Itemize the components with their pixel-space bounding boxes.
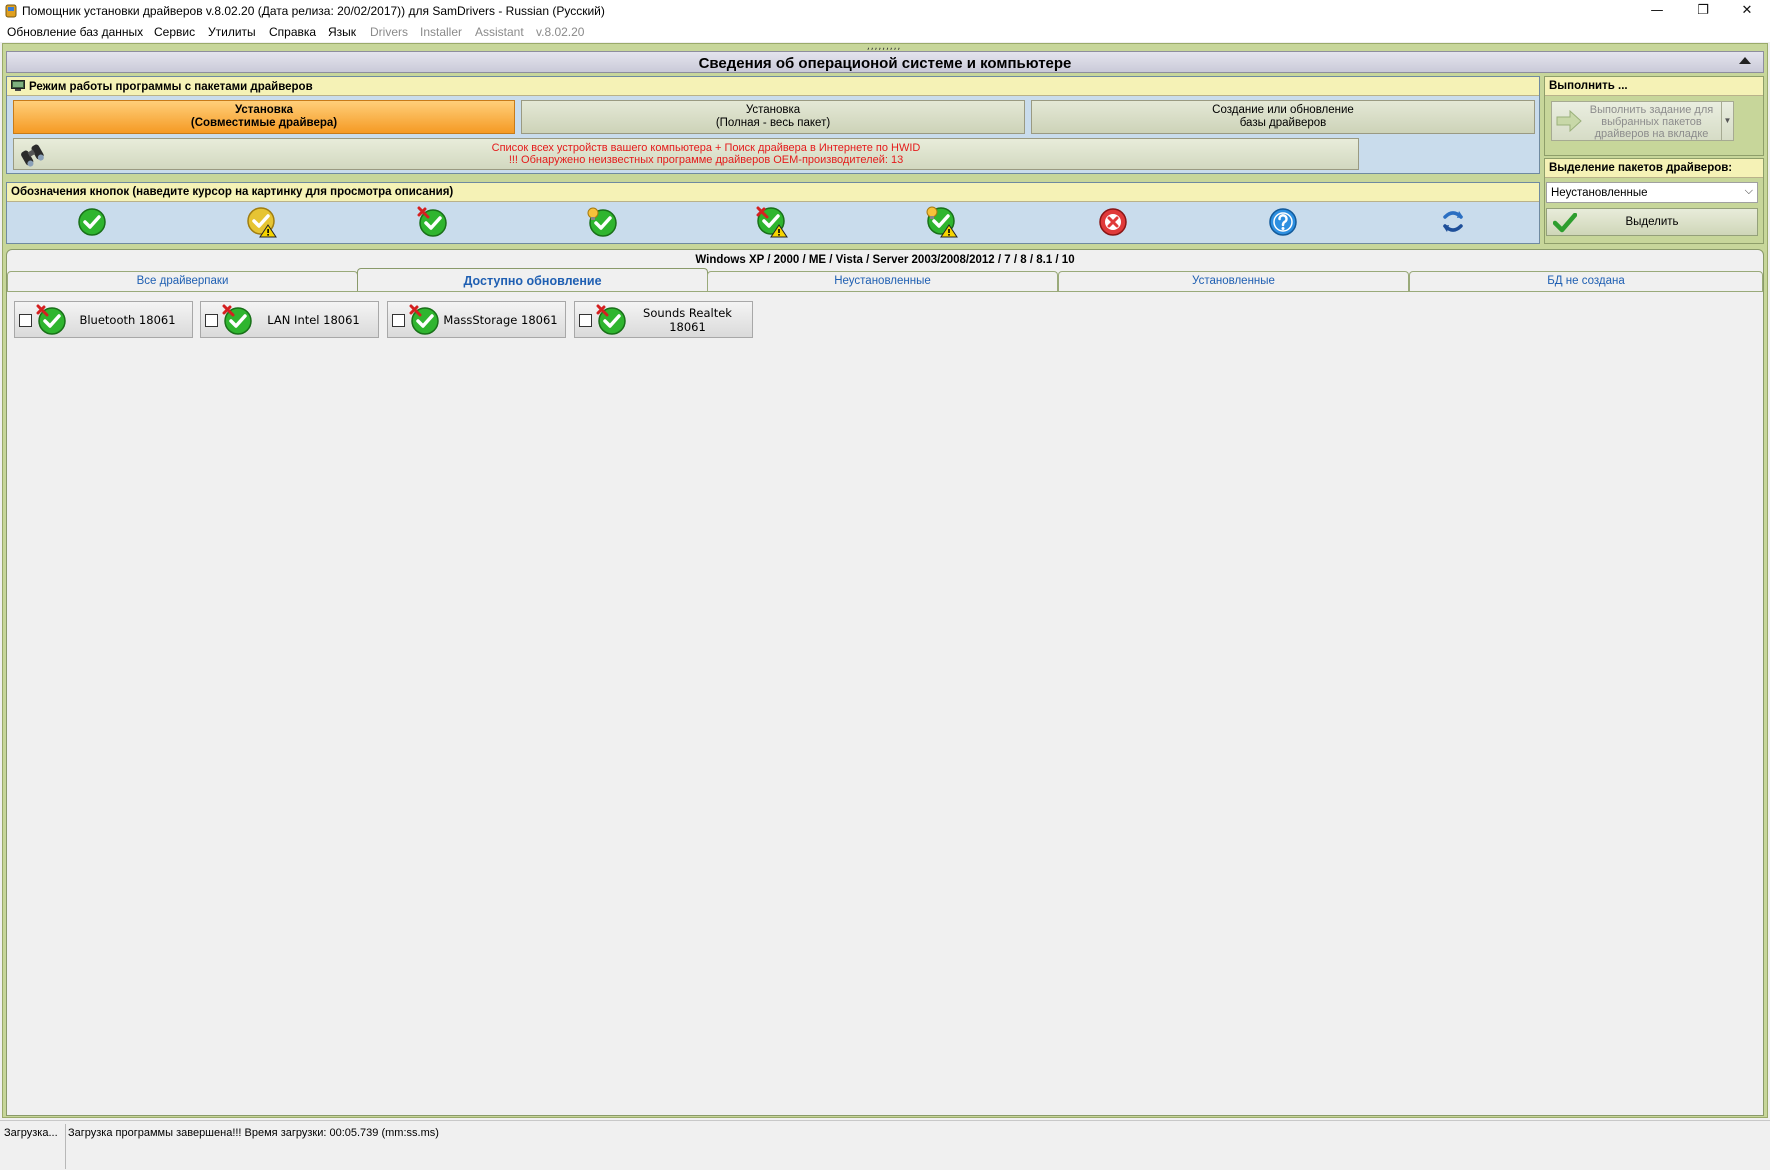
- package-item-lan-intel[interactable]: LAN Intel 18061: [200, 301, 379, 338]
- select-button[interactable]: Выделить: [1546, 208, 1758, 236]
- status-message: Загрузка программы завершена!!! Время за…: [68, 1127, 439, 1139]
- mode-panel-title: Режим работы программы с пакетами драйве…: [29, 81, 313, 93]
- tab-update-available[interactable]: Доступно обновление: [357, 268, 708, 292]
- system-info-title: Сведения об операционой системе и компью…: [698, 55, 1072, 72]
- mode-button-line1: Установка: [234, 104, 294, 116]
- mode-button-line1: Установка: [745, 104, 801, 116]
- menu-item-assistant: Assistant: [475, 25, 524, 39]
- package-label: Sounds Realtek 18061: [643, 305, 732, 334]
- mode-install-full-button[interactable]: Установка (Полная - весь пакет): [521, 100, 1025, 134]
- bulb-warning-icon[interactable]: [926, 206, 958, 238]
- minimize-button[interactable]: —: [1634, 0, 1680, 22]
- close-button[interactable]: ✕: [1724, 0, 1770, 22]
- package-checkbox[interactable]: [19, 314, 32, 327]
- tab-divider: [7, 291, 1763, 292]
- menu-item-utilities[interactable]: Утилиты: [208, 25, 256, 39]
- hwid-search-label: Список всех устройств вашего компьютера …: [491, 142, 921, 154]
- legend-panel-header: Обозначения кнопок (наведите курсор на к…: [7, 183, 1539, 202]
- selection-filter-value: Неустановленные: [1551, 187, 1648, 199]
- collapse-up-icon[interactable]: [1739, 57, 1751, 64]
- splitter-grip[interactable]: ,,,,,,,,,: [866, 43, 902, 51]
- mode-button-line1: Создание или обновление: [1212, 104, 1354, 116]
- mode-button-line2: базы драйверов: [1239, 117, 1327, 129]
- package-label: Bluetooth 18061: [79, 312, 176, 327]
- menu-item-installer: Installer: [420, 25, 463, 39]
- refresh-icon[interactable]: [1437, 206, 1469, 238]
- update-check-icon: [596, 304, 626, 335]
- package-checkbox[interactable]: [205, 314, 218, 327]
- update-check-icon: [222, 304, 252, 335]
- update-check-icon[interactable]: [416, 206, 448, 238]
- restore-button[interactable]: ❐: [1680, 0, 1726, 22]
- window-title: Помощник установки драйверов v.8.02.20 (…: [22, 4, 605, 18]
- mode-panel: Режим работы программы с пакетами драйве…: [6, 76, 1540, 174]
- menu-item-help[interactable]: Справка: [269, 25, 316, 39]
- binoculars-icon: [21, 144, 44, 167]
- menu-item-version: v.8.02.20: [536, 25, 585, 39]
- execute-dropdown-arrow-icon[interactable]: ▼: [1721, 102, 1733, 140]
- execute-panel-header: Выполнить ...: [1545, 77, 1763, 96]
- help-icon[interactable]: [1267, 206, 1299, 238]
- monitor-icon: [11, 80, 25, 91]
- system-info-header[interactable]: Сведения об операционой системе и компью…: [6, 51, 1764, 73]
- package-checkbox[interactable]: [392, 314, 405, 327]
- execute-task-label: Выполнить задание для выбранных пакетов …: [1589, 104, 1714, 140]
- check-icon[interactable]: [76, 206, 108, 238]
- legend-panel: Обозначения кнопок (наведите курсор на к…: [6, 182, 1540, 244]
- status-loading: Загрузка...: [0, 1124, 66, 1169]
- menu-item-drivers: Drivers: [370, 25, 408, 39]
- mode-button-line2: (Полная - весь пакет): [715, 117, 831, 129]
- hwid-search-button[interactable]: Список всех устройств вашего компьютера …: [13, 138, 1359, 170]
- menu-bar: Обновление баз данных Сервис Утилиты Спр…: [0, 22, 1770, 42]
- menu-item-language[interactable]: Язык: [328, 25, 356, 39]
- menu-item-service[interactable]: Сервис: [154, 25, 195, 39]
- execute-task-button[interactable]: Выполнить задание для выбранных пакетов …: [1551, 101, 1734, 141]
- tab-installed[interactable]: Установленные: [1058, 271, 1409, 291]
- os-compatibility-label: Windows XP / 2000 / ME / Vista / Server …: [695, 254, 1075, 266]
- execute-panel: Выполнить ... Выполнить задание для выбр…: [1544, 76, 1764, 156]
- mode-panel-header: Режим работы программы с пакетами драйве…: [7, 77, 1539, 96]
- oem-drivers-alert: !!! Обнаружено неизвестных программе дра…: [508, 154, 904, 166]
- menu-item-database-update[interactable]: Обновление баз данных: [7, 25, 143, 39]
- package-label: MassStorage 18061: [443, 312, 558, 327]
- mode-install-compatible-button[interactable]: Установка (Совместимые драйвера): [13, 100, 515, 134]
- update-warning-icon[interactable]: [756, 206, 788, 238]
- tab-not-installed[interactable]: Неустановленные: [707, 271, 1058, 291]
- package-item-bluetooth[interactable]: Bluetooth 18061: [14, 301, 193, 338]
- warning-check-icon[interactable]: [246, 206, 278, 238]
- status-bar: Загрузка... Загрузка программы завершена…: [0, 1120, 1770, 1170]
- mode-create-database-button[interactable]: Создание или обновление базы драйверов: [1031, 100, 1535, 134]
- package-label: LAN Intel 18061: [267, 312, 360, 327]
- select-button-label: Выделить: [1625, 216, 1679, 228]
- selection-filter-select[interactable]: Неустановленные ⌵: [1546, 182, 1758, 203]
- title-bar: Помощник установки драйверов v.8.02.20 (…: [0, 0, 1770, 22]
- tab-all-driverpacks[interactable]: Все драйверпаки: [7, 271, 358, 291]
- arrow-right-icon: [1556, 110, 1582, 132]
- chevron-down-icon: ⌵: [1744, 185, 1753, 197]
- bulb-check-icon[interactable]: [586, 206, 618, 238]
- error-icon[interactable]: [1097, 206, 1129, 238]
- package-checkbox[interactable]: [579, 314, 592, 327]
- tab-db-not-created[interactable]: БД не создана: [1409, 271, 1763, 291]
- drivers-content-area: Windows XP / 2000 / ME / Vista / Server …: [6, 249, 1764, 1116]
- package-item-massstorage[interactable]: MassStorage 18061: [387, 301, 566, 338]
- update-check-icon: [36, 304, 66, 335]
- mode-button-line2: (Совместимые драйвера): [190, 117, 338, 129]
- app-icon: [5, 4, 17, 18]
- update-check-icon: [409, 304, 439, 335]
- package-item-sounds-realtek[interactable]: Sounds Realtek 18061: [574, 301, 753, 338]
- selection-panel-header: Выделение пакетов драйверов:: [1545, 159, 1763, 178]
